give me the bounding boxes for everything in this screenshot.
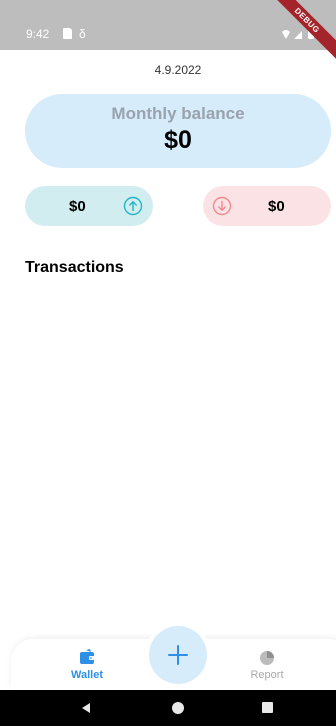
plus-icon <box>168 645 188 665</box>
signal-icon <box>294 31 302 39</box>
arrow-up-circle-icon <box>123 196 143 216</box>
nav-item-wallet[interactable]: Wallet <box>57 648 117 681</box>
expense-value: $0 <box>268 198 285 215</box>
transactions-title: Transactions <box>25 259 124 276</box>
balance-value: $0 <box>164 126 192 154</box>
arrow-down-circle-icon <box>212 196 232 216</box>
back-icon[interactable] <box>80 702 92 714</box>
system-nav-bar <box>0 690 336 726</box>
nav-label-report: Report <box>250 669 284 681</box>
status-bar: 9:42 δ DEBUG <box>0 0 336 64</box>
add-transaction-button[interactable] <box>149 626 207 684</box>
wifi-icon <box>282 30 290 39</box>
status-glyph: δ <box>79 27 86 41</box>
balance-label: Monthly balance <box>111 104 245 123</box>
income-value: $0 <box>69 198 86 215</box>
nav-label-wallet: Wallet <box>71 669 103 681</box>
current-date: 4.9.2022 <box>154 63 202 77</box>
monthly-balance-card: Monthly balance $0 <box>25 94 331 168</box>
status-time: 9:42 <box>26 27 50 41</box>
recents-icon[interactable] <box>262 702 273 713</box>
expense-summary[interactable]: $0 <box>203 186 331 226</box>
sd-card-icon <box>63 28 72 39</box>
home-icon[interactable] <box>172 702 184 714</box>
nav-item-report[interactable]: Report <box>237 648 297 681</box>
pie-chart-icon <box>260 651 274 665</box>
wallet-icon <box>80 649 94 664</box>
income-summary[interactable]: $0 <box>25 186 153 226</box>
